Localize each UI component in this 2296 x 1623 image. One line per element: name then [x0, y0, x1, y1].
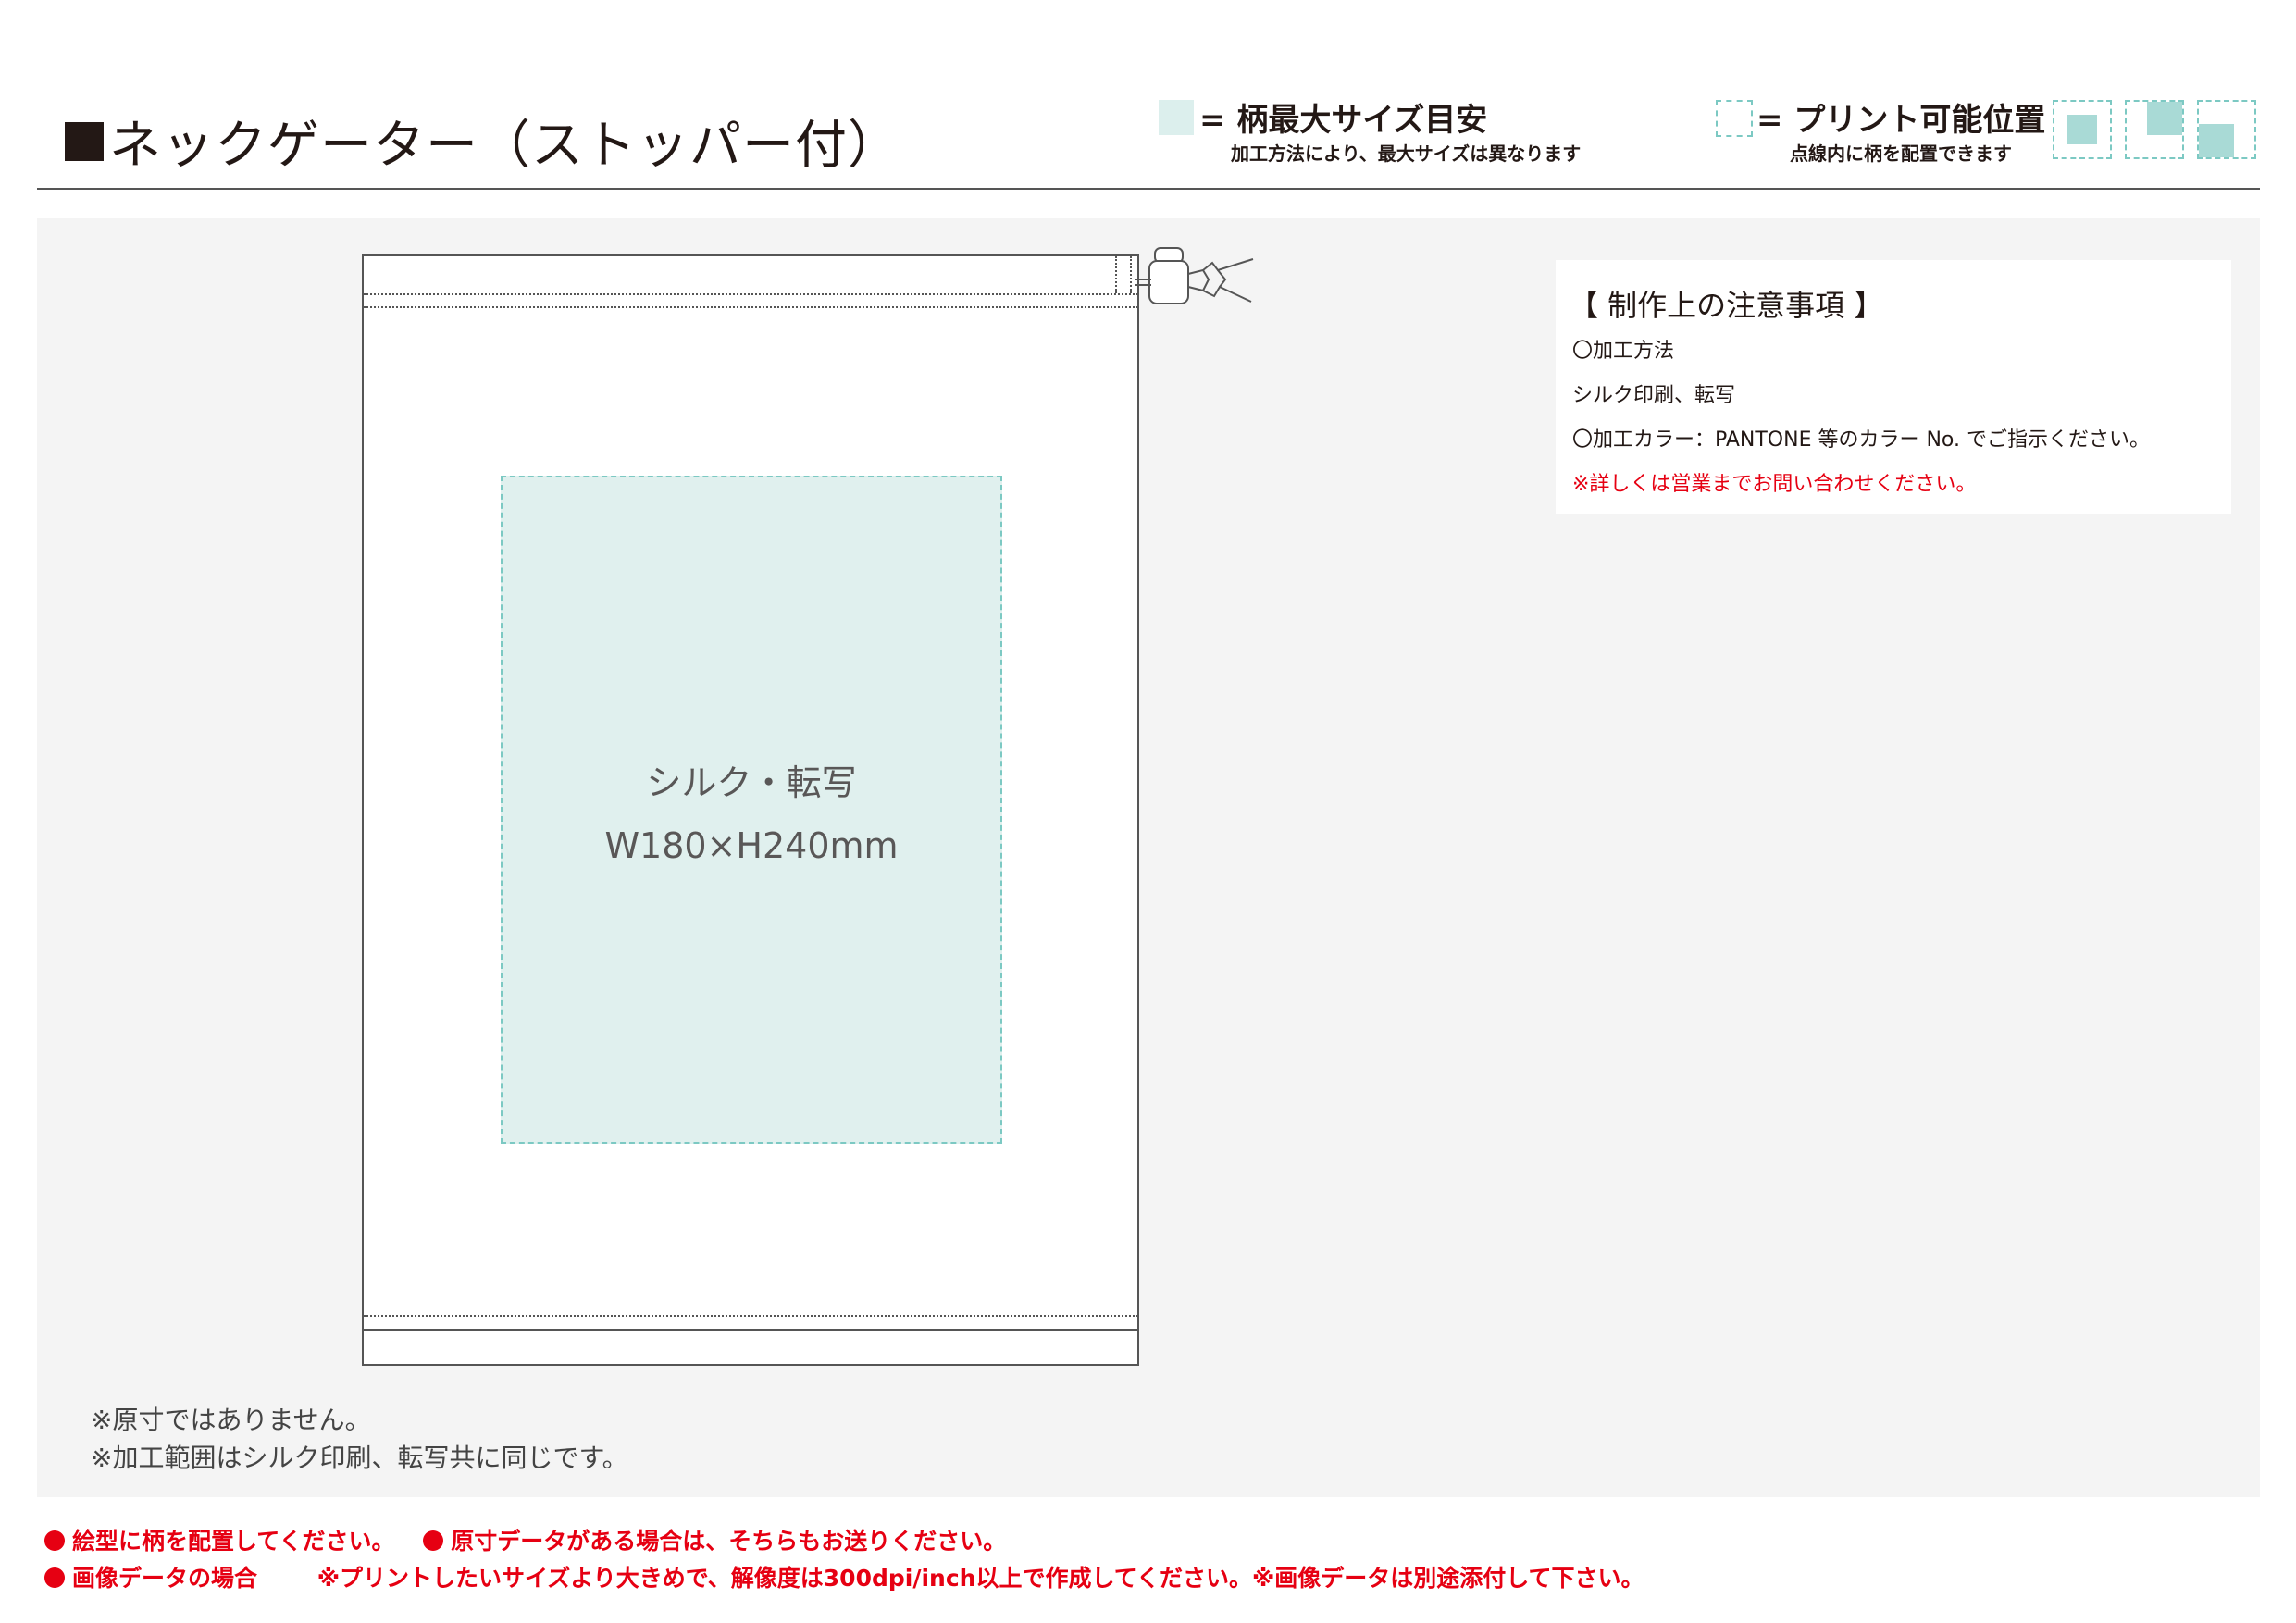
disclaimer-line: ※原寸ではありません。	[91, 1405, 371, 1435]
footer-line-2: 画像データの場合 ※プリントしたいサイズより大きめで、解像度は300dpi/in…	[44, 1560, 1644, 1593]
legend-max-note: 加工方法により、最大サイズは異なります	[1231, 142, 1582, 165]
note-line: 〇加工方法	[1572, 340, 1675, 363]
production-notes-panel: 【 制作上の注意事項 】 〇加工方法 シルク印刷、転写 〇加工カラー：PANTO…	[1556, 260, 2231, 514]
max-size-swatch-icon	[1159, 100, 1194, 135]
page-title: ネックゲーター（ストッパー付）	[65, 104, 900, 179]
bottom-seam-line	[364, 1329, 1137, 1331]
footer-instruction: 絵型に柄を配置してください。	[72, 1528, 395, 1555]
footer-line-1: 絵型に柄を配置してください。 原寸データがある場合は、そちらもお送りください。	[44, 1523, 1006, 1556]
note-line: 〇加工カラー：PANTONE 等のカラー No. でご指示ください。	[1572, 428, 2150, 452]
top-seam-line	[364, 293, 1137, 295]
bullet-icon	[423, 1530, 444, 1551]
page-title-text: ネックゲーター（ストッパー付）	[109, 116, 900, 176]
print-method-label: シルク・転写	[646, 762, 857, 803]
print-size-label: W180×H240mm	[604, 824, 899, 866]
legend-print-note: 点線内に柄を配置できます	[1790, 142, 2012, 165]
bullet-icon	[44, 1567, 65, 1588]
position-example-bottom-icon	[2197, 100, 2256, 159]
header-divider	[37, 188, 2260, 190]
drawstring-channel	[1115, 256, 1132, 293]
legend-max-label: = 柄最大サイズ目安	[1199, 102, 1488, 139]
position-example-top-icon	[2125, 100, 2184, 159]
notes-heading: 【 制作上の注意事項 】	[1569, 288, 1884, 323]
note-contact: ※詳しくは営業までお問い合わせください。	[1572, 473, 1977, 496]
legend-print-label: = プリント可能位置	[1756, 102, 2046, 139]
bullet-icon	[44, 1530, 65, 1551]
bottom-seam-line	[364, 1315, 1137, 1317]
print-area: シルク・転写 W180×H240mm	[501, 476, 1002, 1144]
footer-instruction: 画像データの場合	[72, 1565, 258, 1592]
note-line: シルク印刷、転写	[1572, 384, 1736, 407]
footer-instruction: ※プリントしたいサイズより大きめで、解像度は300dpi/inch以上で作成して…	[316, 1565, 1644, 1592]
position-example-center-icon	[2053, 100, 2112, 159]
disclaimer-line: ※加工範囲はシルク印刷、転写共に同じです。	[91, 1442, 628, 1473]
top-seam-line	[364, 306, 1137, 308]
print-position-swatch-icon	[1716, 100, 1753, 137]
footer-instruction: 原寸データがある場合は、そちらもお送りください。	[451, 1528, 1007, 1555]
disclaimers: ※原寸ではありません。 ※加工範囲はシルク印刷、転写共に同じです。	[91, 1402, 628, 1477]
title-square-icon	[65, 121, 104, 161]
stopper-icon	[1135, 247, 1254, 304]
